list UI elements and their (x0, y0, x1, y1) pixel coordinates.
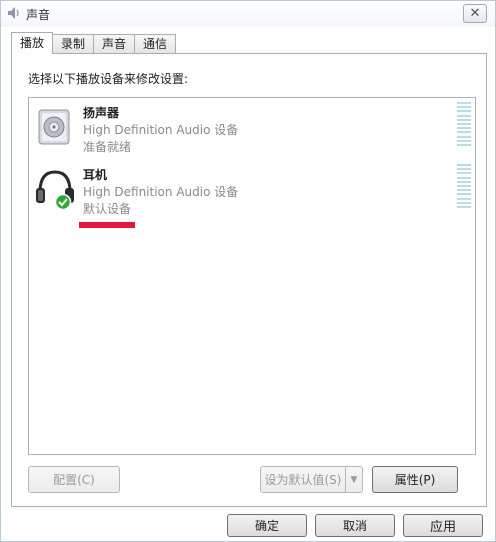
window-title: 声音 (26, 8, 51, 22)
device-item-speaker[interactable]: 扬声器 High Definition Audio 设备 准备就绪 (29, 98, 475, 158)
title-bar: 声音 ✕ (1, 1, 495, 27)
chevron-down-icon[interactable]: ▼ (346, 466, 363, 493)
playback-panel: 选择以下播放设备来修改设置: 扬声器 High Definition Audio… (11, 53, 487, 507)
configure-button[interactable]: 配置(C) (28, 466, 120, 493)
tab-recording[interactable]: 录制 (52, 34, 95, 53)
device-description: High Definition Audio 设备 (83, 123, 239, 137)
headphones-icon (36, 170, 74, 210)
close-icon: ✕ (469, 6, 481, 21)
close-button[interactable]: ✕ (463, 4, 487, 23)
set-default-button[interactable]: 设为默认值(S) ▼ (260, 466, 363, 493)
cancel-button[interactable]: 取消 (315, 514, 395, 537)
device-name: 扬声器 (83, 106, 120, 120)
instruction-text: 选择以下播放设备来修改设置: (28, 72, 189, 86)
speaker-icon (8, 7, 19, 19)
tab-sounds[interactable]: 声音 (93, 34, 136, 53)
speaker-device-icon (38, 109, 70, 145)
device-status: 准备就绪 (83, 140, 132, 154)
check-icon (54, 193, 72, 210)
apply-button[interactable]: 应用 (403, 514, 483, 537)
ok-button[interactable]: 确定 (227, 514, 307, 537)
properties-button[interactable]: 属性(P) (372, 466, 458, 493)
tab-playback[interactable]: 播放 (11, 32, 54, 54)
tab-communications[interactable]: 通信 (134, 34, 177, 53)
tab-strip: 播放 录制 声音 通信 (11, 32, 177, 54)
sound-dialog: 声音 ✕ 播放 录制 声音 通信 选择以下播放设备来修改设置: 扬声器 High… (0, 0, 496, 542)
device-description: High Definition Audio 设备 (83, 185, 239, 199)
device-status: 默认设备 (83, 202, 132, 216)
dialog-footer: 确定 取消 应用 (1, 507, 495, 541)
device-item-headphones[interactable]: 耳机 High Definition Audio 设备 默认设备 (29, 160, 475, 220)
device-name: 耳机 (83, 168, 108, 182)
level-meter (457, 102, 471, 146)
level-meter (457, 164, 471, 208)
set-default-label[interactable]: 设为默认值(S) (260, 466, 346, 493)
highlight-underline (79, 222, 135, 228)
device-list[interactable]: 扬声器 High Definition Audio 设备 准备就绪 耳机 Hig… (28, 97, 476, 455)
